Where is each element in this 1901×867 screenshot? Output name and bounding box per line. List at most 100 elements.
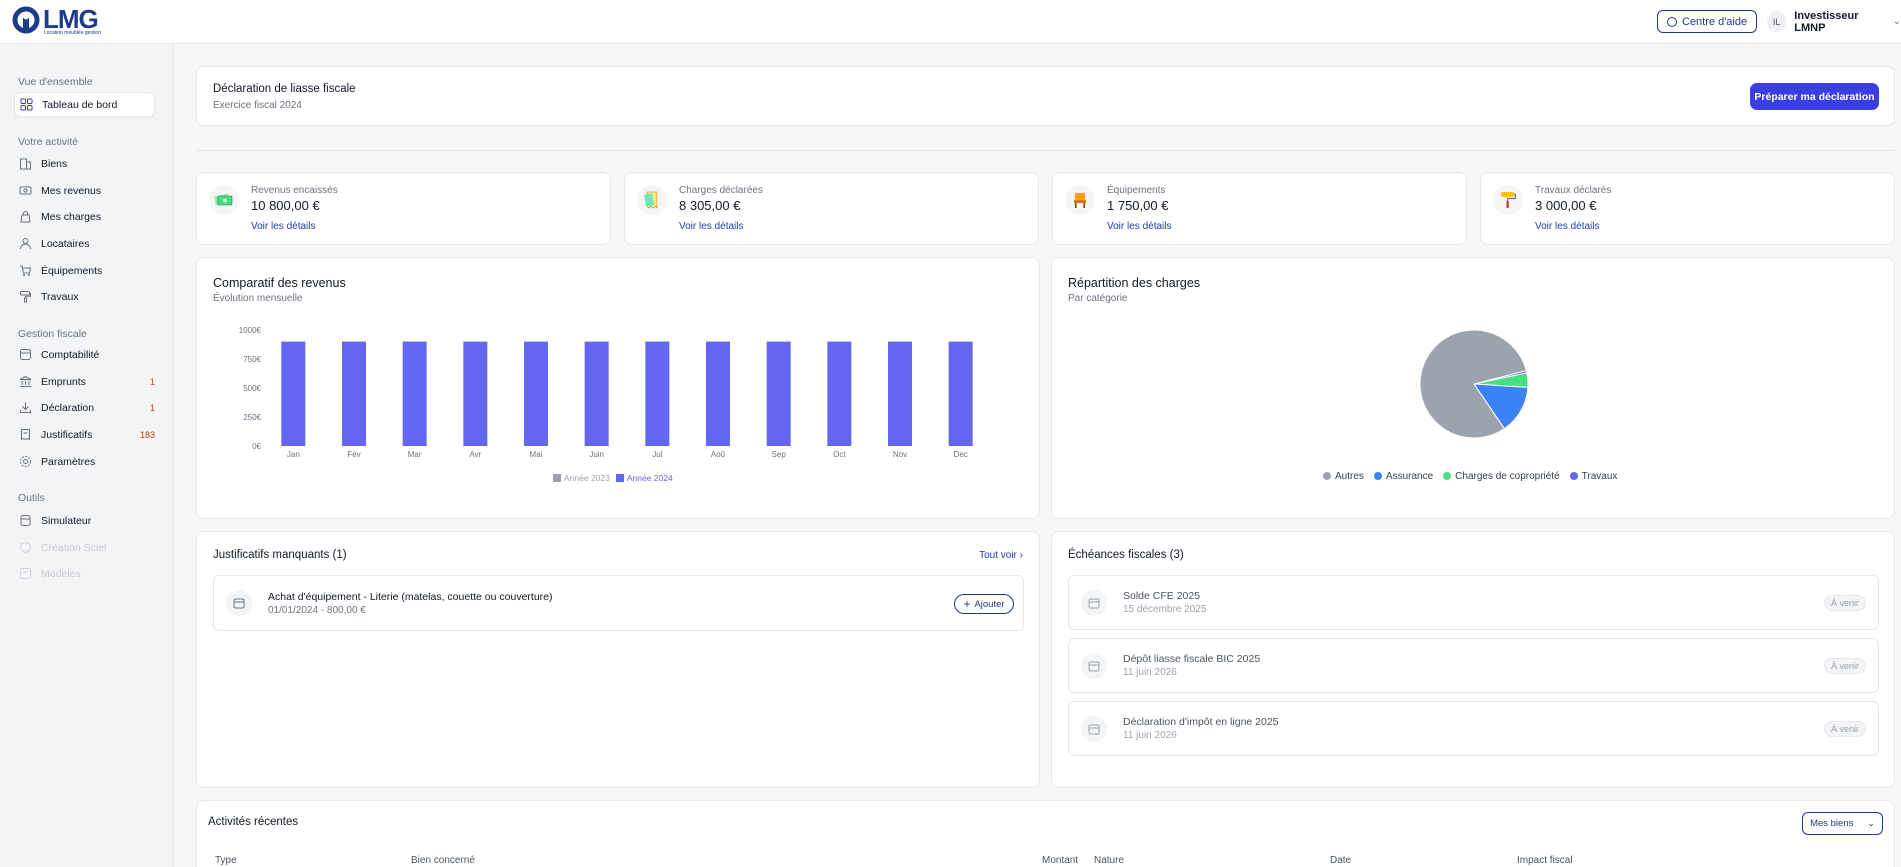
bar-2024-aoû[interactable] [706, 341, 730, 446]
stat-label: Revenus encaissés [251, 185, 338, 196]
calendar-icon [1081, 590, 1107, 616]
sidebar-item-justificatifs[interactable]: Justificatifs 183 [14, 422, 155, 447]
template-icon [19, 567, 32, 580]
sidebar-item-parametres[interactable]: Paramètres [14, 449, 155, 474]
help-icon [1667, 16, 1677, 27]
sidebar-item-label: Justificatifs [41, 428, 93, 441]
download-icon [19, 401, 32, 414]
chair-icon [1065, 185, 1095, 215]
sidebar-item-locataires[interactable]: Locataires [14, 231, 155, 256]
property-filter-select[interactable]: Mes biens ⌄ [1802, 812, 1883, 835]
bar-2024-avr[interactable] [463, 341, 488, 446]
add-document-label: Ajouter [974, 598, 1005, 610]
prepare-declaration-button[interactable]: Préparer ma déclaration [1750, 83, 1879, 110]
y-tick-label: 0€ [252, 442, 261, 451]
column-header[interactable]: Montant [1042, 855, 1078, 866]
bar-2024-jan[interactable] [281, 341, 306, 446]
bar-2024-mai[interactable] [524, 341, 548, 446]
bar-2024-oct[interactable] [827, 341, 852, 446]
x-tick-label: Fév [347, 450, 360, 459]
stat-label: Travaux déclarés [1535, 185, 1612, 196]
sidebar-section-1: Votre activité [18, 136, 79, 148]
sidebar-item-label: Paramètres [41, 455, 96, 468]
bar-2024-dec[interactable] [948, 341, 973, 446]
stat-details-link[interactable]: Voir les détails [679, 221, 743, 232]
sidebar-item-biens[interactable]: Biens [14, 151, 155, 176]
sidebar-item-mes-charges[interactable]: Mes charges [14, 204, 155, 229]
bar-2024-juin[interactable] [584, 341, 609, 446]
sidebar-item-simulateur[interactable]: Simulateur [14, 508, 155, 533]
y-tick-label: 750€ [243, 355, 261, 364]
sidebar-item-label: Biens [41, 157, 68, 170]
bar-2024-fév[interactable] [342, 341, 366, 446]
column-header[interactable]: Date [1330, 855, 1351, 866]
tax-deadlines-card: Échéances fiscales (3) Solde CFE 2025 15 … [1051, 531, 1895, 788]
see-all-link[interactable]: Tout voir › [979, 550, 1023, 561]
divider [196, 150, 1895, 151]
sidebar-item-label: Emprunts [41, 375, 86, 388]
column-header[interactable]: Impact fiscal [1517, 855, 1573, 866]
recent-activities-title: Activités récentes [208, 816, 299, 828]
status-badge: À venir [1823, 595, 1866, 611]
legend-copropriete[interactable]: Charges de copropriété [1443, 471, 1560, 482]
sidebar-item-travaux[interactable]: Travaux [14, 284, 155, 309]
legend-2024-label: Année 2024 [626, 473, 673, 483]
bar-2024-sep[interactable] [766, 341, 791, 446]
x-tick-label: Dec [954, 450, 968, 459]
x-tick-label: Mar [408, 450, 422, 459]
stat-card: Travaux déclarés 3 000,00 € Voir les détai… [1480, 172, 1895, 245]
column-header[interactable]: Nature [1094, 855, 1124, 866]
legend-autres[interactable]: Autres [1323, 471, 1364, 482]
sidebar-item-equipements[interactable]: Équipements [14, 258, 155, 283]
stat-details-link[interactable]: Voir les détails [1535, 221, 1599, 232]
legend-autres-label: Autres [1335, 471, 1364, 482]
legend-assurance[interactable]: Assurance [1373, 471, 1433, 482]
list-item[interactable]: Achat d'équipement - Literie (matelas, c… [213, 575, 1024, 631]
bar-2024-jul[interactable] [645, 341, 670, 446]
legend-2024[interactable]: Année 2024 [615, 473, 673, 483]
sidebar-item-mes-revenus[interactable]: Mes revenus [14, 178, 155, 203]
deadline-title: Déclaration d'impôt en ligne 2025 [1123, 716, 1279, 728]
deadline-date: 11 juin 2026 [1123, 730, 1177, 741]
column-header[interactable]: Type [215, 855, 237, 866]
invoice-icon [637, 185, 667, 215]
top-bar: LMG Location meublée gestion Centre d'ai… [0, 0, 1901, 44]
sidebar-item-label: Locataires [41, 237, 90, 250]
sidebar-item-creation-sciel: Création Sciel [14, 535, 155, 560]
y-tick-label: 500€ [243, 384, 261, 393]
sidebar-section-2: Gestion fiscale [18, 328, 87, 340]
sidebar-item-label: Tableau de bord [42, 98, 118, 111]
revenue-chart-card: Comparatif des revenus Évolution mensuel… [196, 257, 1040, 519]
charges-chart-card: Répartition des charges Par catégorie Au… [1051, 257, 1895, 519]
legend-travaux[interactable]: Travaux [1569, 471, 1617, 482]
notification-badge: 1 [149, 402, 155, 413]
sidebar-item-declaration[interactable]: Déclaration 1 [14, 395, 155, 420]
x-tick-label: Mai [530, 450, 543, 459]
bar-2024-mar[interactable] [402, 341, 427, 446]
legend-2023[interactable]: Année 2023 [553, 473, 610, 483]
help-center-button[interactable]: Centre d'aide [1657, 10, 1758, 33]
sidebar-item-comptabilite[interactable]: Comptabilité [14, 342, 155, 367]
property-filter-label: Mes biens [1810, 818, 1854, 829]
stat-details-link[interactable]: Voir les détails [1107, 221, 1171, 232]
sidebar-item-label: Simulateur [41, 514, 92, 527]
list-item[interactable]: Déclaration d'impôt en ligne 2025 11 juin… [1068, 701, 1879, 756]
sidebar-item-tableau-de-bord[interactable]: Tableau de bord [14, 92, 155, 117]
deadline-date: 15 décembre 2025 [1123, 604, 1207, 615]
bar-2024-nov[interactable] [888, 341, 912, 446]
sidebar-item-emprunts[interactable]: Emprunts 1 [14, 369, 155, 394]
missing-document-title: Achat d'équipement - Literie (matelas, c… [268, 591, 553, 603]
charges-chart-legend: Autres Assurance Charges de copropriété … [1323, 471, 1617, 482]
paint-roller-icon [19, 290, 32, 303]
stat-value: 8 305,00 € [679, 198, 741, 213]
sidebar-item-label: Déclaration [41, 401, 95, 414]
column-header[interactable]: Bien concerné [411, 855, 475, 866]
missing-document-meta: 01/01/2024 - 800,00 € [268, 605, 366, 616]
stat-details-link[interactable]: Voir les détails [251, 221, 315, 232]
list-item[interactable]: Dépôt liasse fiscale BIC 2025 11 juin 202… [1068, 638, 1879, 693]
add-document-button[interactable]: + Ajouter [954, 594, 1014, 614]
user-menu[interactable]: IL Investisseur LMNP ⌄ [1767, 10, 1901, 34]
app-logo[interactable]: LMG Location meublée gestion [12, 6, 101, 36]
plus-icon: + [963, 597, 971, 611]
list-item[interactable]: Solde CFE 2025 15 décembre 2025 À venir [1068, 575, 1879, 630]
